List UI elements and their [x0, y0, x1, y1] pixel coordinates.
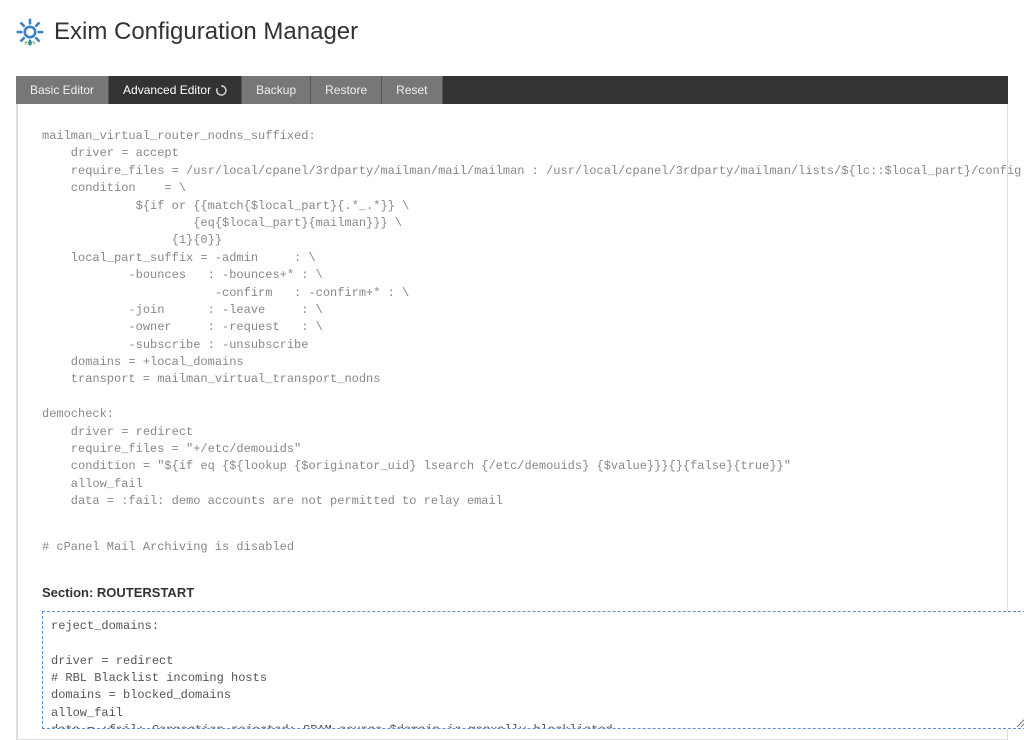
editor-row	[42, 611, 1024, 729]
content-wrap: mailman_virtual_router_nodns_suffixed: d…	[16, 104, 1008, 740]
section-heading-routerstart: Section: ROUTERSTART	[42, 584, 1024, 603]
page-title: Exim Configuration Manager	[54, 18, 358, 46]
exim-gear-icon: exim	[16, 18, 44, 46]
tab-label: Reset	[396, 83, 427, 97]
tab-spacer	[443, 76, 1008, 104]
tab-basic-editor[interactable]: Basic Editor	[16, 76, 109, 104]
tab-label: Restore	[325, 83, 367, 97]
tab-reset[interactable]: Reset	[382, 76, 442, 104]
tab-label: Basic Editor	[30, 83, 94, 97]
routerstart-editor[interactable]	[42, 611, 1024, 729]
page-header: exim Exim Configuration Manager	[0, 0, 1024, 76]
tab-restore[interactable]: Restore	[311, 76, 382, 104]
tabs-bar: Basic Editor Advanced Editor Backup Rest…	[16, 76, 1008, 104]
tab-advanced-editor[interactable]: Advanced Editor	[109, 76, 242, 104]
main-panel: mailman_virtual_router_nodns_suffixed: d…	[18, 104, 1024, 739]
tab-label: Backup	[256, 83, 296, 97]
config-readonly-block: mailman_virtual_router_nodns_suffixed: d…	[42, 128, 1024, 511]
svg-text:exim: exim	[24, 40, 36, 46]
archiving-comment: # cPanel Mail Archiving is disabled	[42, 539, 1024, 556]
refresh-icon	[216, 85, 227, 96]
tab-backup[interactable]: Backup	[242, 76, 311, 104]
tab-label: Advanced Editor	[123, 83, 211, 97]
